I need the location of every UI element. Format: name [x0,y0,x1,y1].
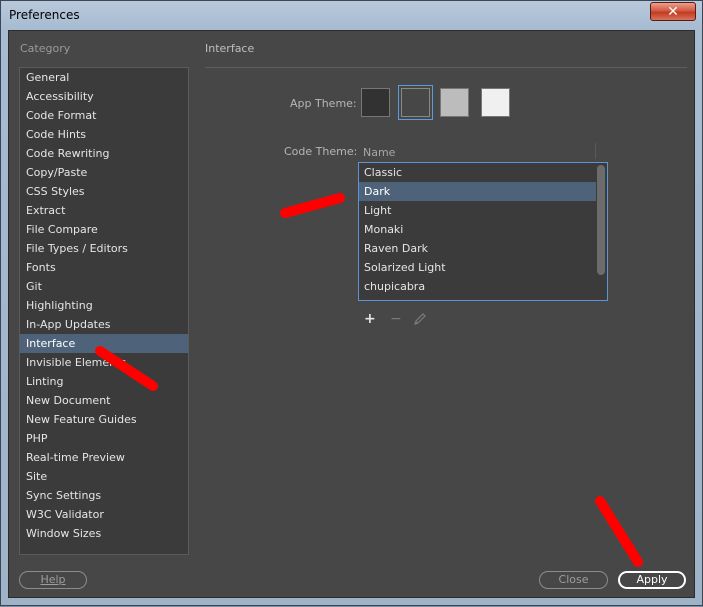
code-theme-list[interactable]: chupicabra Solarized Light Raven Dark Monak… [358,162,608,301]
category-item[interactable]: New Feature Guides [20,410,188,429]
title-bar: Preferences ✕ [1,1,702,29]
code-theme-item[interactable]: Monaki [359,220,596,239]
section-title: Interface [205,42,255,55]
code-theme-item[interactable]: Classic [359,163,596,182]
code-theme-item[interactable]: Raven Dark [359,239,596,258]
code-theme-column-header: Name [359,141,607,163]
code-theme-item[interactable]: Solarized Light [359,258,596,277]
category-item[interactable]: PHP [20,429,188,448]
category-item[interactable]: Window Sizes [20,524,188,543]
app-theme-label: App Theme: [290,97,357,110]
category-item[interactable]: Fonts [20,258,188,277]
preferences-window: Preferences ✕ Category General Accessibil… [0,0,703,606]
window-title: Preferences [9,8,80,22]
remove-theme-button[interactable]: − [390,311,402,327]
category-item[interactable]: General [20,68,188,87]
help-button[interactable]: Help [19,571,87,589]
close-icon: ✕ [667,3,679,20]
help-button-label: Help [40,573,66,586]
pencil-icon [414,313,426,325]
category-item[interactable]: Extract [20,201,188,220]
apply-button[interactable]: Apply [618,571,686,589]
column-separator [595,143,596,159]
app-theme-swatch-fill [401,88,430,117]
category-item[interactable]: CSS Styles [20,182,188,201]
add-theme-button[interactable]: + [364,311,376,327]
category-list[interactable]: General Accessibility Code Format Code Hint… [19,67,189,555]
category-item[interactable]: File Compare [20,220,188,239]
code-theme-item[interactable]: Light [359,201,596,220]
category-item[interactable]: Invisible Elements [20,353,188,372]
category-item[interactable]: Highlighting [20,296,188,315]
category-item[interactable]: Site [20,467,188,486]
code-theme-scrollbar[interactable] [597,165,605,275]
code-theme-label: Code Theme: [284,145,358,158]
category-item[interactable]: Copy/Paste [20,163,188,182]
category-item[interactable]: Interface [20,334,188,353]
category-item[interactable]: W3C Validator [20,505,188,524]
edit-theme-button[interactable] [413,312,427,326]
category-item[interactable]: Code Format [20,106,188,125]
app-theme-swatch[interactable] [481,88,510,117]
apply-button-label: Apply [636,573,668,586]
category-item[interactable]: Sync Settings [20,486,188,505]
dialog-body: Category General Accessibility Code Format… [8,30,695,598]
code-theme-item[interactable]: chupicabra [359,277,596,296]
code-theme-item[interactable]: Dark [359,182,596,201]
category-item[interactable]: Linting [20,372,188,391]
category-label: Category [20,42,71,55]
category-item[interactable]: In-App Updates [20,315,188,334]
category-item[interactable]: Real-time Preview [20,448,188,467]
category-item[interactable]: Accessibility [20,87,188,106]
name-column-header: Name [363,146,396,159]
section-divider [205,67,687,68]
category-item[interactable]: Git [20,277,188,296]
category-item[interactable]: Code Hints [20,125,188,144]
app-theme-swatch[interactable] [398,85,433,120]
app-theme-swatch[interactable] [440,88,469,117]
app-theme-swatch[interactable] [361,88,390,117]
category-item[interactable]: New Document [20,391,188,410]
window-close-button[interactable]: ✕ [650,2,696,21]
category-item[interactable]: Code Rewriting [20,144,188,163]
category-item[interactable]: File Types / Editors [20,239,188,258]
close-button-label: Close [558,573,589,586]
close-button[interactable]: Close [539,571,608,589]
